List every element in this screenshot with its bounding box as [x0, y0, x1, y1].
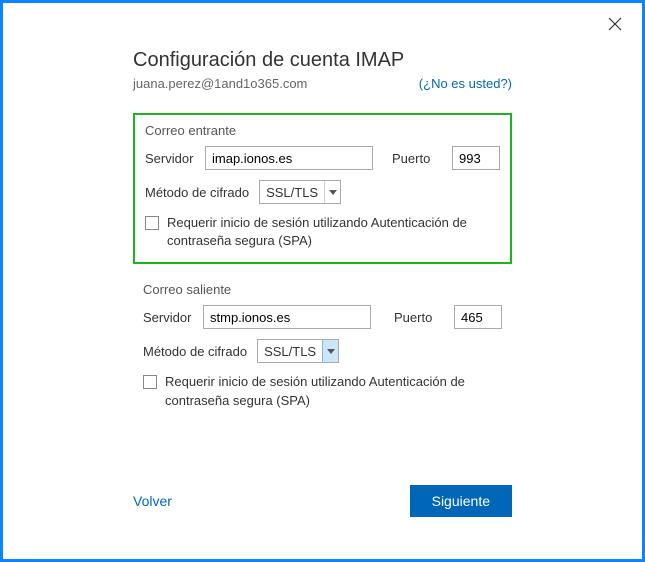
- outgoing-heading: Correo saliente: [143, 282, 502, 297]
- outgoing-spa-checkbox[interactable]: [143, 375, 157, 389]
- incoming-encryption-select[interactable]: SSL/TLS: [259, 180, 341, 204]
- chevron-down-icon: [322, 340, 338, 362]
- outgoing-encryption-select[interactable]: SSL/TLS: [257, 339, 339, 363]
- incoming-spa-checkbox[interactable]: [145, 216, 159, 230]
- incoming-section: Correo entrante Servidor Puerto Método d…: [133, 113, 512, 264]
- outgoing-port-input[interactable]: [454, 305, 502, 329]
- not-you-link[interactable]: (¿No es usted?): [419, 76, 512, 91]
- incoming-server-input[interactable]: [205, 146, 373, 170]
- incoming-server-label: Servidor: [145, 151, 195, 166]
- incoming-encryption-value: SSL/TLS: [260, 185, 324, 200]
- incoming-encryption-label: Método de cifrado: [145, 185, 249, 200]
- incoming-heading: Correo entrante: [145, 123, 500, 138]
- close-icon: [608, 17, 622, 31]
- close-button[interactable]: [608, 17, 624, 33]
- outgoing-encryption-label: Método de cifrado: [143, 344, 247, 359]
- page-title: Configuración de cuenta IMAP: [133, 49, 512, 72]
- outgoing-section: Correo saliente Servidor Puerto Método d…: [133, 274, 512, 421]
- incoming-port-label: Puerto: [392, 151, 442, 166]
- chevron-down-icon: [324, 181, 340, 203]
- outgoing-encryption-value: SSL/TLS: [258, 344, 322, 359]
- account-email: juana.perez@1and1o365.com: [133, 76, 307, 91]
- incoming-port-input[interactable]: [452, 146, 500, 170]
- incoming-spa-label: Requerir inicio de sesión utilizando Aut…: [167, 214, 500, 250]
- outgoing-server-label: Servidor: [143, 310, 193, 325]
- next-button[interactable]: Siguiente: [410, 485, 512, 517]
- back-button[interactable]: Volver: [133, 493, 172, 509]
- outgoing-port-label: Puerto: [394, 310, 444, 325]
- outgoing-spa-label: Requerir inicio de sesión utilizando Aut…: [165, 373, 502, 409]
- outgoing-server-input[interactable]: [203, 305, 371, 329]
